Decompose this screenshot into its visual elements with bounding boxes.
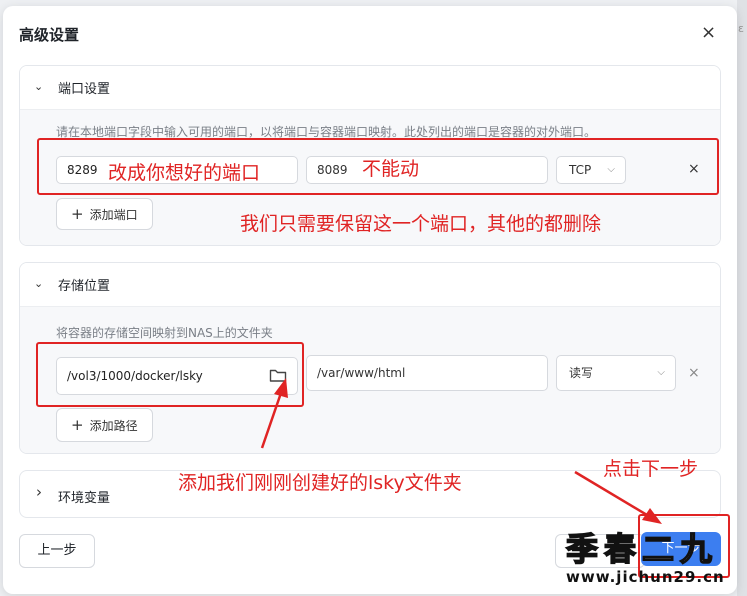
arrow-to-folder — [260, 389, 284, 449]
watermark-title: 季春二九 — [565, 529, 719, 569]
watermark-url: www.jichun29.cn — [566, 568, 725, 586]
annotation-arrows — [260, 378, 662, 524]
arrow-head-next — [642, 508, 662, 524]
arrow-to-next — [574, 470, 653, 520]
arrow-head-folder — [274, 378, 288, 398]
